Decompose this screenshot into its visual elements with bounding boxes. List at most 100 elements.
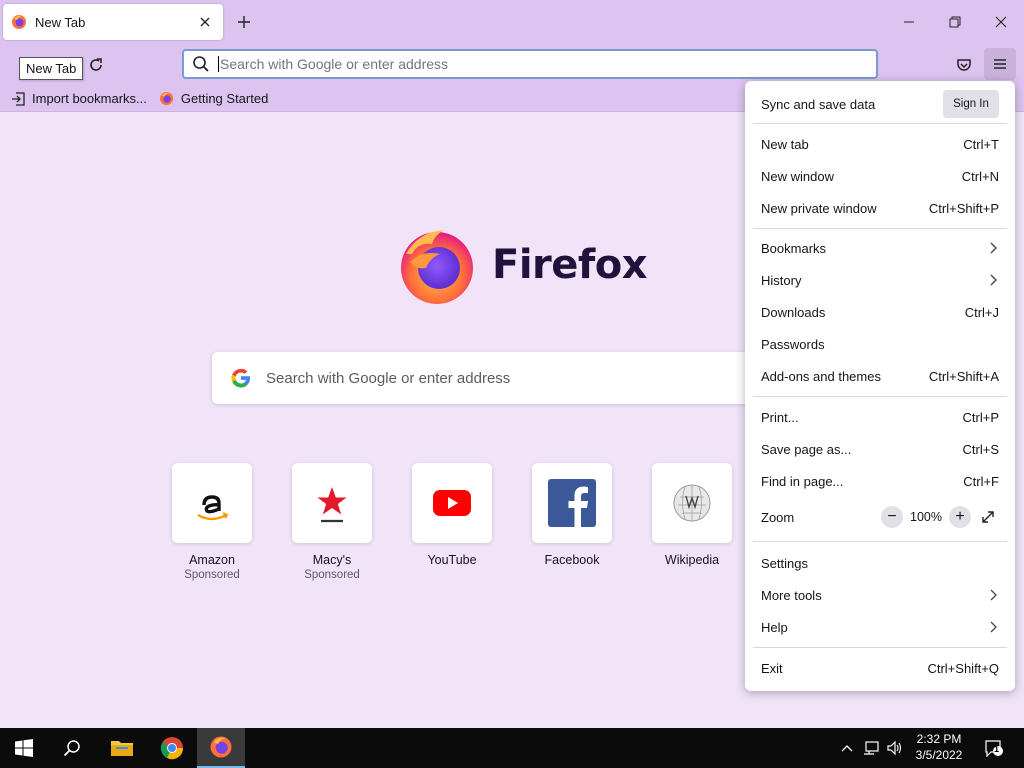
menu-shortcut: Ctrl+J [964,304,999,320]
tile-box [412,463,492,543]
facebook-icon [548,479,596,527]
firefox-taskbar-button[interactable] [197,728,245,768]
reload-button[interactable] [84,53,108,77]
bookmark-getting-started[interactable]: Getting Started [159,91,268,107]
network-button[interactable] [860,728,882,768]
chrome-button[interactable] [148,728,196,768]
menu-label: Print... [761,409,799,425]
menu-item-new-tab[interactable]: New tab Ctrl+T [745,128,1015,160]
tile-name: Facebook [544,553,600,567]
zoom-in-button[interactable]: + [949,506,971,528]
macys-icon [317,487,347,523]
tile-name: YouTube [427,553,477,567]
menu-item-settings[interactable]: Settings [745,547,1015,579]
firefox-logo-icon [401,230,473,304]
menu-shortcut: Ctrl+F [963,473,999,489]
tab-new-tab[interactable]: New Tab [3,4,223,40]
menu-label: Find in page... [761,473,844,489]
content-search-box[interactable]: Search with Google or enter address [212,352,772,404]
chevron-right-icon [990,621,997,633]
clock-date: 3/5/2022 [915,748,963,762]
app-menu-panel: Sync and save data Sign In New tab Ctrl+… [745,81,1015,691]
menu-item-save-page[interactable]: Save page as... Ctrl+S [745,433,1015,465]
tile-name: Wikipedia [664,553,720,567]
menu-separator [753,396,1007,397]
menu-item-passwords[interactable]: Passwords [745,328,1015,360]
search-icon [63,740,80,757]
menu-label: Zoom [761,509,795,525]
open-menu-button[interactable] [984,48,1016,80]
menu-label: New tab [761,136,809,152]
menu-label: Help [761,619,788,635]
menu-item-bookmarks[interactable]: Bookmarks [745,232,1015,264]
menu-item-help[interactable]: Help [745,611,1015,643]
minimize-icon [904,21,914,23]
fullscreen-icon [982,511,994,523]
firefox-wordmark: Firefox [492,242,648,288]
minimize-button[interactable] [894,8,924,36]
menu-item-addons-themes[interactable]: Add-ons and themes Ctrl+Shift+A [745,360,1015,392]
top-site-macys[interactable]: Macy's Sponsored [292,463,372,581]
menu-label: More tools [761,587,822,603]
top-site-amazon[interactable]: Amazon Sponsored [172,463,252,581]
top-site-wikipedia[interactable]: Wikipedia [652,463,732,581]
chevron-right-icon [990,589,997,601]
close-tab-icon[interactable] [195,12,215,32]
notification-button[interactable]: 1 [982,728,1006,768]
network-icon [864,741,879,755]
tile-name: Macy's [312,553,352,567]
zoom-controls: − 100% + [881,506,999,528]
address-input[interactable] [218,56,876,72]
menu-label: Passwords [761,336,825,352]
content-search-placeholder: Search with Google or enter address [266,369,511,387]
new-tab-button[interactable] [232,10,256,34]
menu-item-history[interactable]: History [745,264,1015,296]
menu-item-downloads[interactable]: Downloads Ctrl+J [745,296,1015,328]
firefox-logo: Firefox [396,224,648,306]
tile-box [652,463,732,543]
firefox-icon [159,91,175,107]
top-site-facebook[interactable]: Facebook [532,463,612,581]
tile-name: Amazon [189,553,235,567]
restore-button[interactable] [940,8,970,36]
pocket-button[interactable] [952,53,976,77]
tile-box [172,463,252,543]
menu-item-find-in-page[interactable]: Find in page... Ctrl+F [745,465,1015,497]
search-button[interactable] [48,728,96,768]
hamburger-icon [994,59,1006,69]
clock[interactable]: 2:32 PM 3/5/2022 [900,731,978,763]
firefox-icon [210,736,232,758]
top-sites: Amazon Sponsored Macy's Sponsored YouTub… [172,463,772,581]
menu-shortcut: Ctrl+Shift+Q [927,660,999,676]
menu-item-zoom: Zoom − 100% + [745,501,1015,533]
sync-label: Sync and save data [761,96,876,112]
bookmark-label: Getting Started [180,91,269,106]
show-hidden-icons-button[interactable] [838,728,856,768]
menu-shortcut: Ctrl+N [961,168,999,184]
tab-tooltip: New Tab [19,57,84,80]
menu-item-more-tools[interactable]: More tools [745,579,1015,611]
zoom-level[interactable]: 100% [903,510,949,524]
menu-item-new-private-window[interactable]: New private window Ctrl+Shift+P [745,192,1015,224]
file-explorer-button[interactable] [98,728,146,768]
taskbar: 2:32 PM 3/5/2022 1 [0,728,1024,768]
menu-label: Exit [761,660,783,676]
menu-label: New private window [761,200,877,216]
sign-in-button[interactable]: Sign In [943,90,999,118]
bookmark-import[interactable]: Import bookmarks... [10,91,147,107]
google-icon [231,368,250,388]
fullscreen-button[interactable] [977,506,999,528]
menu-item-exit[interactable]: Exit Ctrl+Shift+Q [745,652,1015,684]
zoom-out-button[interactable]: − [881,506,903,528]
close-window-button[interactable] [986,8,1016,36]
address-bar[interactable] [182,49,878,79]
youtube-icon [433,490,471,516]
menu-item-new-window[interactable]: New window Ctrl+N [745,160,1015,192]
tab-title: New Tab [35,14,86,30]
menu-item-print[interactable]: Print... Ctrl+P [745,401,1015,433]
tile-box [532,463,612,543]
top-site-youtube[interactable]: YouTube [412,463,492,581]
start-button[interactable] [0,728,48,768]
restore-icon [949,16,961,28]
tile-sponsored: Sponsored [304,569,360,581]
